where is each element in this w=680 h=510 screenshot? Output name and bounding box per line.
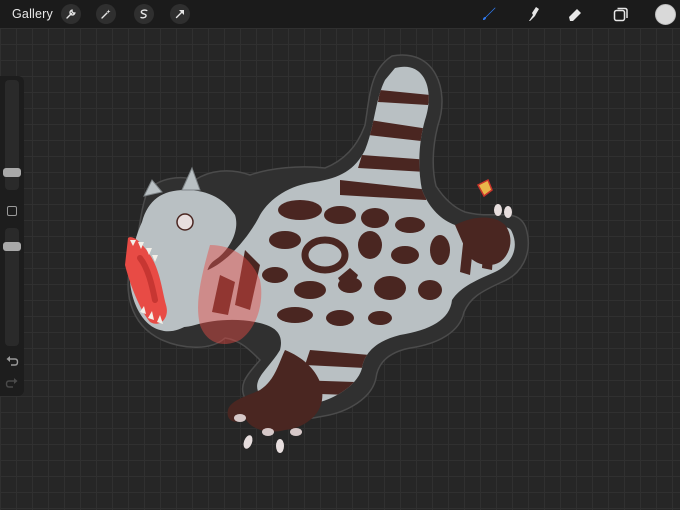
color-picker-swatch[interactable] [655, 4, 676, 25]
modify-square-icon[interactable] [7, 206, 17, 216]
eraser-icon[interactable] [566, 5, 584, 23]
undo-icon[interactable] [5, 354, 19, 368]
magic-wand-icon[interactable] [96, 4, 116, 24]
left-sidebar [0, 76, 24, 396]
smudge-icon[interactable] [525, 5, 543, 23]
opacity-thumb[interactable] [3, 242, 21, 251]
transform-arrow-icon[interactable] [170, 4, 190, 24]
top-toolbar: Gallery [0, 0, 680, 28]
gallery-button[interactable]: Gallery [12, 7, 53, 21]
redo-icon[interactable] [5, 376, 19, 390]
layers-icon[interactable] [612, 5, 630, 23]
dinosaur-sticker-artwork [125, 54, 530, 453]
brush-size-thumb[interactable] [3, 168, 21, 177]
brush-icon[interactable] [480, 5, 498, 23]
selection-icon[interactable] [134, 4, 154, 24]
wrench-icon[interactable] [61, 4, 81, 24]
